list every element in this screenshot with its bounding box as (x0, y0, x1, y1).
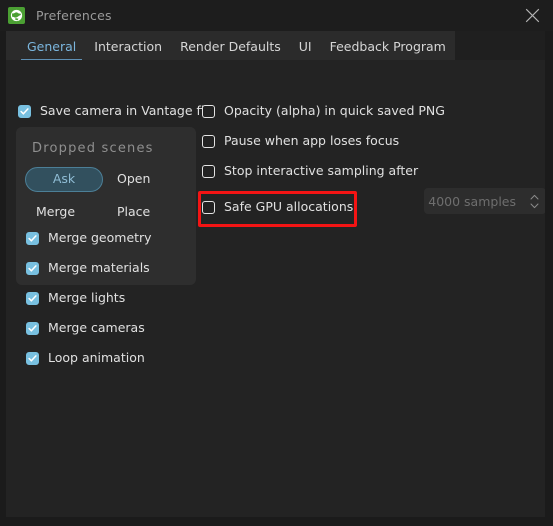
checkbox-merge-cameras[interactable] (26, 322, 39, 335)
checkbox-row-stop-interactive-sampling[interactable]: Stop interactive sampling after (202, 165, 418, 178)
checkbox-row-merge-geometry[interactable]: Merge geometry (26, 232, 152, 245)
checkbox-row-safe-gpu-allocations[interactable]: Safe GPU allocations (202, 201, 353, 214)
dropped-scenes-option-merge-label: Merge (36, 204, 76, 219)
tab-feedback-program-label: Feedback Program (329, 38, 446, 54)
tab-interaction[interactable]: Interaction (85, 38, 171, 61)
vantage-globe-icon (8, 7, 25, 24)
samples-spinner-value[interactable]: 4000 samples (424, 194, 526, 209)
checkbox-stop-interactive-sampling-label: Stop interactive sampling after (224, 163, 419, 179)
checkbox-loop-animation[interactable] (26, 352, 39, 365)
checkbox-pause-on-focus-loss-label: Pause when app loses focus (224, 133, 400, 149)
tab-ui[interactable]: UI (290, 38, 321, 61)
checkbox-save-camera-label: Save camera in Vantage file (40, 103, 216, 119)
checkbox-row-merge-cameras[interactable]: Merge cameras (26, 322, 145, 335)
checkbox-safe-gpu-allocations[interactable] (202, 201, 215, 214)
checkbox-opacity-alpha-png-label: Opacity (alpha) in quick saved PNG (224, 103, 445, 119)
checkbox-merge-geometry-label: Merge geometry (48, 230, 152, 246)
samples-spinner-arrows[interactable] (526, 194, 545, 209)
tab-strip: General Interaction Render Defaults UI F… (6, 31, 455, 60)
tab-ui-label: UI (298, 38, 312, 54)
checkbox-loop-animation-label: Loop animation (48, 350, 145, 366)
dialog-body: General Interaction Render Defaults UI F… (0, 31, 553, 526)
tab-render-defaults-label: Render Defaults (180, 38, 281, 54)
tab-general[interactable]: General (18, 38, 85, 61)
tab-interaction-label: Interaction (94, 38, 163, 54)
dropped-scenes-option-ask[interactable]: Ask (25, 167, 103, 192)
checkbox-safe-gpu-allocations-label: Safe GPU allocations (224, 199, 354, 215)
checkbox-row-merge-lights[interactable]: Merge lights (26, 292, 125, 305)
checkbox-opacity-alpha-png[interactable] (202, 105, 215, 118)
general-settings-pane: Save camera in Vantage file Dropped scen… (6, 60, 545, 517)
checkbox-row-merge-materials[interactable]: Merge materials (26, 262, 150, 275)
checkbox-row-loop-animation[interactable]: Loop animation (26, 352, 145, 365)
checkbox-row-save-camera[interactable]: Save camera in Vantage file (18, 105, 216, 118)
dropped-scenes-panel: Dropped scenes Ask Open Merge Place Merg… (16, 127, 196, 365)
checkbox-merge-cameras-label: Merge cameras (48, 320, 145, 336)
tab-feedback-program[interactable]: Feedback Program (321, 38, 455, 61)
dropped-scenes-option-open-label: Open (117, 171, 151, 186)
checkbox-row-opacity-alpha-png[interactable]: Opacity (alpha) in quick saved PNG (202, 105, 445, 118)
checkbox-merge-lights[interactable] (26, 292, 39, 305)
checkbox-merge-lights-label: Merge lights (48, 290, 126, 306)
checkbox-pause-on-focus-loss[interactable] (202, 135, 215, 148)
chevron-up-icon (530, 194, 538, 199)
tab-bar: General Interaction Render Defaults UI F… (6, 31, 545, 60)
checkbox-save-camera[interactable] (18, 105, 31, 118)
chevron-down-icon (530, 203, 538, 208)
checkbox-row-pause-on-focus-loss[interactable]: Pause when app loses focus (202, 135, 399, 148)
dropped-scenes-option-place[interactable]: Place (117, 204, 151, 219)
checkbox-merge-materials-label: Merge materials (48, 260, 150, 276)
close-icon[interactable] (511, 0, 553, 31)
checkbox-merge-geometry[interactable] (26, 232, 39, 245)
title-bar: Preferences (0, 0, 553, 31)
preferences-window: Preferences General Interaction Render D… (0, 0, 553, 526)
window-title: Preferences (36, 8, 112, 23)
dropped-scenes-option-ask-label: Ask (52, 171, 76, 187)
tab-render-defaults[interactable]: Render Defaults (171, 38, 290, 61)
dropped-scenes-option-merge[interactable]: Merge (36, 204, 76, 219)
dropped-scenes-option-open[interactable]: Open (117, 171, 151, 186)
samples-spinner[interactable]: 4000 samples (424, 188, 545, 214)
dropped-scenes-option-place-label: Place (117, 204, 151, 219)
checkbox-stop-interactive-sampling[interactable] (202, 165, 215, 178)
tab-general-label: General (27, 38, 77, 54)
dropped-scenes-title: Dropped scenes (32, 141, 154, 156)
checkbox-merge-materials[interactable] (26, 262, 39, 275)
